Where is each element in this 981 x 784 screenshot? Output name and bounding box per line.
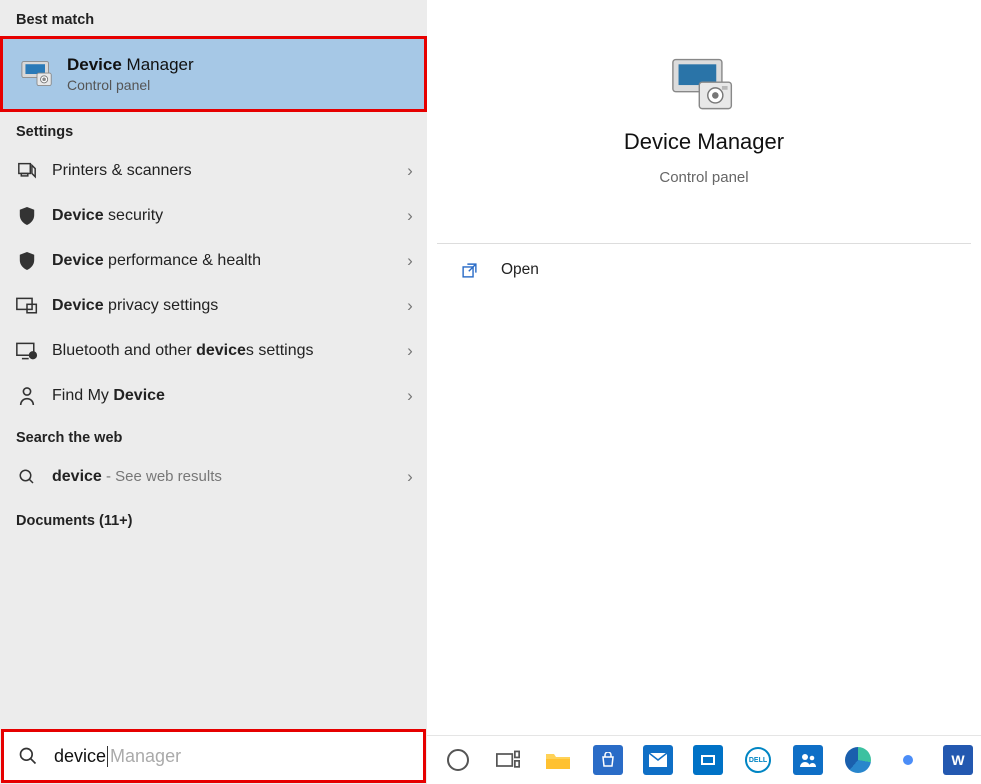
search-results-panel: Best match Device Manager Control panel … — [0, 0, 427, 784]
settings-item[interactable]: Device privacy settings› — [0, 283, 427, 328]
taskbar-word[interactable]: W — [935, 740, 981, 780]
chevron-right-icon: › — [393, 251, 427, 271]
chevron-right-icon: › — [393, 296, 427, 316]
open-action[interactable]: Open — [427, 244, 981, 296]
settings-item-icon — [16, 162, 38, 180]
settings-item-icon — [16, 342, 38, 360]
device-manager-icon — [21, 60, 53, 88]
preview-title: Device Manager — [624, 129, 784, 155]
search-hint-text: Manager — [110, 746, 181, 767]
taskbar-app-blue[interactable] — [685, 740, 731, 780]
section-best-match: Best match — [0, 0, 427, 36]
taskbar: DELL W — [427, 735, 981, 784]
settings-item-label: Bluetooth and other devices settings — [52, 342, 393, 360]
best-match-result[interactable]: Device Manager Control panel — [0, 36, 427, 112]
taskbar-chrome[interactable] — [885, 740, 931, 780]
chevron-right-icon: › — [393, 386, 427, 406]
search-icon — [18, 746, 40, 766]
taskbar-taskview[interactable] — [485, 740, 531, 780]
section-documents: Documents (11+) — [0, 499, 427, 537]
settings-item[interactable]: Find My Device› — [0, 373, 427, 418]
taskbar-dell[interactable]: DELL — [735, 740, 781, 780]
section-search-web: Search the web — [0, 418, 427, 454]
settings-item-icon — [16, 251, 38, 271]
settings-item-icon — [16, 206, 38, 226]
settings-item-label: Device security — [52, 207, 393, 225]
chevron-right-icon: › — [393, 341, 427, 361]
chevron-right-icon: › — [393, 206, 427, 226]
taskbar-mail[interactable] — [635, 740, 681, 780]
settings-item[interactable]: Device performance & health› — [0, 238, 427, 283]
settings-item-label: Device privacy settings — [52, 297, 393, 315]
taskbar-explorer[interactable] — [535, 740, 581, 780]
settings-item[interactable]: Printers & scanners› — [0, 148, 427, 193]
settings-item[interactable]: Device security› — [0, 193, 427, 238]
search-typed-text: device — [54, 746, 108, 767]
section-settings: Settings — [0, 112, 427, 148]
chevron-right-icon: › — [393, 467, 427, 487]
web-search-result[interactable]: device - See web results › — [0, 454, 427, 499]
search-icon — [16, 468, 38, 486]
settings-item[interactable]: Bluetooth and other devices settings› — [0, 328, 427, 373]
settings-item-icon — [16, 386, 38, 406]
settings-item-label: Printers & scanners — [52, 162, 393, 180]
taskbar-cortana[interactable] — [435, 740, 481, 780]
preview-panel: Device Manager Control panel Open — [427, 0, 981, 784]
device-manager-large-icon — [671, 57, 737, 115]
preview-subtitle: Control panel — [659, 169, 748, 186]
best-match-text: Device Manager Control panel — [67, 55, 194, 93]
taskbar-store[interactable] — [585, 740, 631, 780]
taskbar-edge[interactable] — [835, 740, 881, 780]
settings-item-label: Find My Device — [52, 387, 393, 405]
settings-item-label: Device performance & health — [52, 252, 393, 270]
open-icon — [461, 262, 479, 279]
search-input[interactable]: device Manager — [1, 729, 426, 783]
settings-item-icon — [16, 297, 38, 315]
chevron-right-icon: › — [393, 161, 427, 181]
taskbar-people[interactable] — [785, 740, 831, 780]
